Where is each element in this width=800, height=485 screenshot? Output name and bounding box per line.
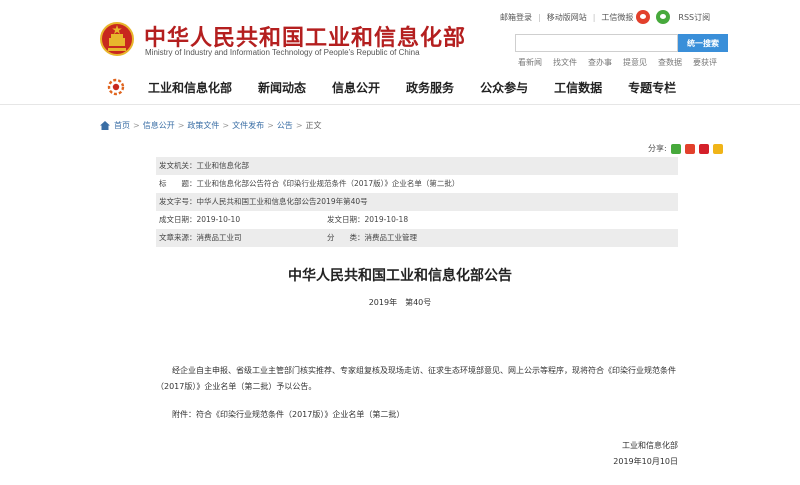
document-body: 经企业自主申报、省级工业主管部门核实推荐、专家组复核及现场走访、征求生态环境部意… [156,366,676,391]
info-doc-number: 发文字号：中华人民共和国工业和信息化部公告2019年第40号 [159,197,368,206]
site-header: 中华人民共和国工业和信息化部 Ministry of Industry and … [0,0,800,70]
document-attachment-link[interactable]: 附件：符合《印染行业规范条件（2017版）》企业名单（第二批） [172,409,404,420]
nav-item-data[interactable]: 工信数据 [554,79,602,96]
quick-link-review[interactable]: 要获评 [693,57,717,68]
share-bar: 分享: [648,143,723,154]
nav-item-topics[interactable]: 专题专栏 [628,79,676,96]
miit-logo-icon[interactable] [107,78,125,96]
quick-link-feedback[interactable]: 提意见 [623,57,647,68]
info-published-date: 发文日期：2019-10-18 [327,215,409,224]
breadcrumb-file-release[interactable]: 文件发布 [232,120,264,131]
info-row-source: 文章来源：消费品工业司 分 类：消费品工业管理 [156,229,678,247]
info-category: 分 类：消费品工业管理 [327,233,417,242]
quick-link-services[interactable]: 查办事 [588,57,612,68]
mobile-site-link[interactable]: 移动版网站 [547,12,587,23]
mail-login-link[interactable]: 邮箱登录 [500,12,532,23]
document-info-table: 发文机关：工业和信息化部 标 题：工业和信息化部公告符合《印染行业规范条件（20… [156,157,678,247]
top-links: 邮箱登录 | 移动版网站 | 工信微报 RSS订阅 [500,10,710,24]
share-label: 分享: [648,144,667,153]
breadcrumb-current: 正文 [305,121,322,130]
quick-link-data[interactable]: 查数据 [658,57,682,68]
nav-items: 工业和信息化部 新闻动态 信息公开 政务服务 公众参与 工信数据 专题专栏 [148,79,702,96]
nav-item-info-disclosure[interactable]: 信息公开 [332,79,380,96]
quick-link-news[interactable]: 看新闻 [518,57,542,68]
search-input[interactable] [515,34,678,52]
breadcrumb-info-disclosure[interactable]: 信息公开 [143,120,175,131]
info-row-issuer: 发文机关：工业和信息化部 [156,157,678,175]
document-number: 2019年 第40号 [368,298,432,307]
breadcrumb-policy-files[interactable]: 政策文件 [187,120,219,131]
national-emblem-icon [100,22,134,56]
nav-item-gov-services[interactable]: 政务服务 [406,79,454,96]
breadcrumb-separator: > [295,121,303,130]
info-row-title: 标 题：工业和信息化部公告符合《印染行业规范条件（2017版）》企业名单（第二批… [156,175,678,193]
main-nav: 工业和信息化部 新闻动态 信息公开 政务服务 公众参与 工信数据 专题专栏 [0,70,800,105]
info-row-doc-number: 发文字号：中华人民共和国工业和信息化部公告2019年第40号 [156,193,678,211]
site-subtitle: Ministry of Industry and Information Tec… [145,48,420,57]
quick-link-files[interactable]: 找文件 [553,57,577,68]
breadcrumb-separator: > [133,121,140,130]
nav-item-ministry[interactable]: 工业和信息化部 [148,79,232,96]
info-row-dates: 成文日期：2019-10-10 发文日期：2019-10-18 [156,211,678,229]
share-wechat-icon[interactable] [670,143,681,154]
rss-link[interactable]: RSS订阅 [678,12,710,23]
divider: | [592,12,596,22]
weibao-link[interactable]: 工信微报 [601,12,633,23]
document-title: 中华人民共和国工业和信息化部公告 [288,268,512,284]
wechat-icon[interactable] [656,10,671,24]
nav-item-news[interactable]: 新闻动态 [258,79,306,96]
info-source: 文章来源：消费品工业司 [159,233,242,242]
share-qq-icon[interactable] [712,143,723,154]
search-button[interactable]: 统一搜索 [678,34,728,52]
breadcrumb-separator: > [222,121,230,130]
share-weibo-icon[interactable] [684,143,695,154]
breadcrumb-separator: > [267,121,274,130]
breadcrumb-announcement[interactable]: 公告 [277,120,293,131]
breadcrumb: 首页 > 信息公开 > 政策文件 > 文件发布 > 公告 > 正文 [100,120,322,131]
breadcrumb-separator: > [177,121,185,130]
document-signature: 工业和信息化部 [622,441,678,450]
info-title: 标 题：工业和信息化部公告符合《印染行业规范条件（2017版）》企业名单（第二批… [159,179,460,188]
divider: | [538,12,541,22]
quick-links: 看新闻 找文件 查办事 提意见 查数据 要获评 [518,57,728,68]
info-created-date: 成文日期：2019-10-10 [159,215,241,224]
info-issuer: 发文机关：工业和信息化部 [159,161,249,170]
document-date: 2019年10月10日 [613,457,678,466]
breadcrumb-home[interactable]: 首页 [114,120,130,131]
share-renren-icon[interactable] [698,143,709,154]
nav-item-public-participation[interactable]: 公众参与 [480,79,528,96]
home-icon [100,121,110,130]
weibo-icon[interactable] [636,10,651,24]
